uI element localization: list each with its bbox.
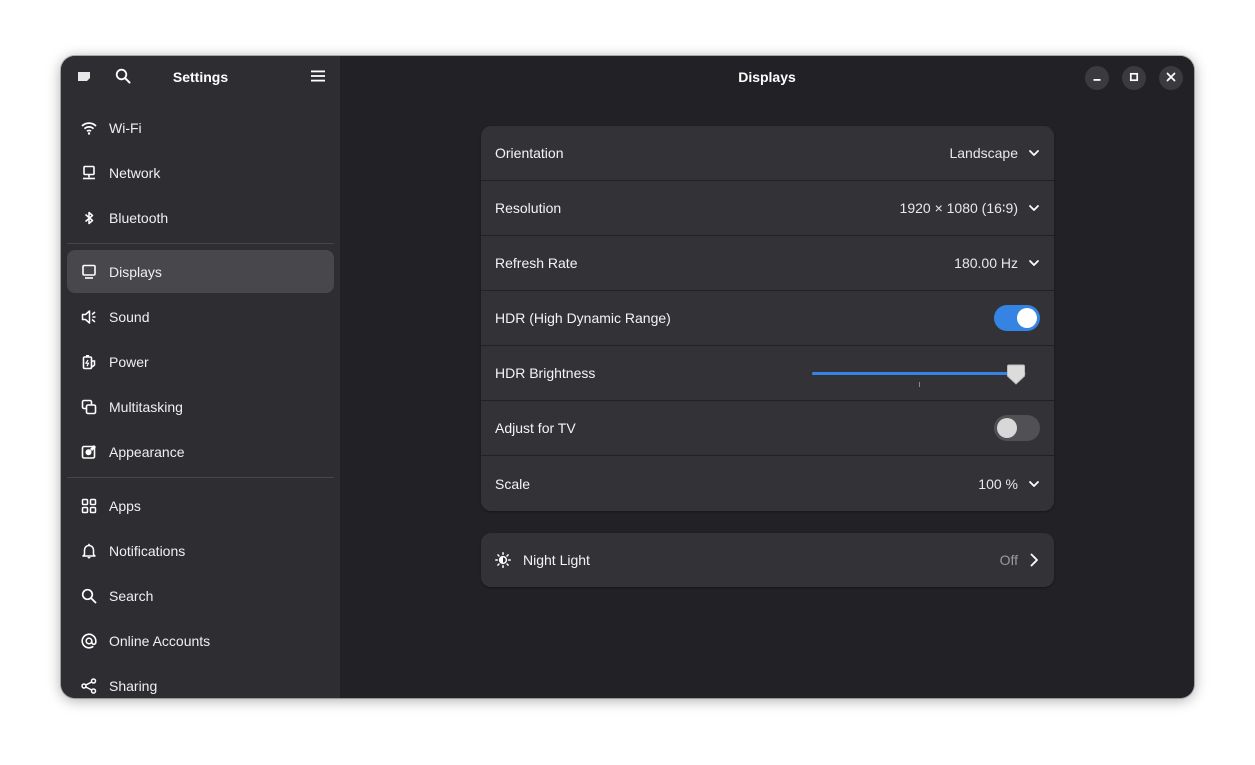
sidebar-item-label: Online Accounts — [109, 632, 211, 649]
maximize-icon — [1129, 69, 1139, 87]
sidebar-item-label: Notifications — [109, 542, 186, 559]
adjust-tv-toggle[interactable] — [994, 415, 1040, 441]
sidebar-item-label: Apps — [109, 497, 141, 514]
slider-fill — [812, 372, 1016, 375]
sidebar-item-multitasking[interactable]: Multitasking — [67, 385, 334, 428]
sidebar-item-label: Appearance — [109, 443, 185, 460]
appearance-icon — [81, 444, 97, 460]
sidebar-item-label: Wi-Fi — [109, 119, 142, 136]
chevron-down-icon — [1028, 202, 1040, 214]
display-settings-card: Orientation Landscape Resolution 1920 × … — [481, 126, 1054, 511]
sidebar-item-displays[interactable]: Displays — [67, 250, 334, 293]
night-light-row[interactable]: Night Light Off — [481, 533, 1054, 587]
network-icon — [81, 165, 97, 181]
hdr-toggle[interactable] — [994, 305, 1040, 331]
chevron-down-icon — [1028, 478, 1040, 490]
bluetooth-icon — [81, 210, 97, 226]
chevron-right-icon — [1028, 553, 1040, 567]
maximize-button[interactable] — [1122, 66, 1146, 90]
sidebar-item-sound[interactable]: Sound — [67, 295, 334, 338]
hdr-label: HDR (High Dynamic Range) — [495, 310, 671, 326]
settings-window: Settings Wi-Fi Network Bluetooth Display… — [61, 56, 1194, 698]
wifi-icon — [81, 120, 97, 136]
at-icon — [81, 632, 97, 649]
sidebar-separator — [67, 243, 334, 244]
sidebar-item-network[interactable]: Network — [67, 151, 334, 194]
chevron-down-icon — [1028, 147, 1040, 159]
slider-handle[interactable] — [1006, 363, 1026, 385]
sidebar-item-online-accounts[interactable]: Online Accounts — [67, 619, 334, 662]
sidebar-item-label: Power — [109, 353, 149, 370]
sidebar-item-wifi[interactable]: Wi-Fi — [67, 106, 334, 149]
minimize-button[interactable] — [1085, 66, 1109, 90]
scale-label: Scale — [495, 475, 531, 492]
close-button[interactable] — [1159, 66, 1183, 90]
power-icon — [81, 354, 97, 370]
night-light-card: Night Light Off — [481, 533, 1054, 587]
scale-value: 100 % — [978, 475, 1018, 492]
search-icon — [81, 588, 97, 604]
toggle-knob — [997, 418, 1017, 438]
slider-mark — [919, 382, 920, 387]
sidebar-item-label: Sharing — [109, 677, 158, 694]
sidebar: Settings Wi-Fi Network Bluetooth Display… — [61, 56, 340, 698]
multitasking-icon — [81, 399, 97, 415]
resolution-row[interactable]: Resolution 1920 × 1080 (16∶9) — [481, 181, 1054, 236]
resolution-label: Resolution — [495, 200, 562, 216]
sidebar-item-label: Network — [109, 164, 161, 181]
adjust-tv-label: Adjust for TV — [495, 420, 576, 436]
sidebar-item-label: Displays — [109, 263, 162, 280]
sidebar-item-apps[interactable]: Apps — [67, 484, 334, 527]
resolution-value: 1920 × 1080 (16∶9) — [899, 199, 1018, 216]
bell-icon — [81, 543, 97, 559]
sidebar-list: Wi-Fi Network Bluetooth Displays Sound P… — [67, 106, 334, 698]
sidebar-title: Settings — [172, 69, 229, 85]
hdr-brightness-row: HDR Brightness — [481, 346, 1054, 401]
orientation-value: Landscape — [949, 145, 1018, 161]
apps-icon — [81, 498, 97, 514]
sidebar-item-sharing[interactable]: Sharing — [67, 664, 334, 698]
page-title: Displays — [738, 69, 796, 85]
sidebar-item-notifications[interactable]: Notifications — [67, 529, 334, 572]
refresh-rate-row[interactable]: Refresh Rate 180.00 Hz — [481, 236, 1054, 291]
sidebar-item-label: Multitasking — [109, 398, 183, 415]
scale-row[interactable]: Scale 100 % — [481, 456, 1054, 511]
chevron-down-icon — [1028, 257, 1040, 269]
orientation-label: Orientation — [495, 145, 564, 161]
sidebar-item-appearance[interactable]: Appearance — [67, 430, 334, 473]
display-icon — [81, 264, 97, 280]
main-menu-button[interactable] — [304, 64, 332, 92]
sidebar-separator — [67, 477, 334, 478]
sidebar-item-search[interactable]: Search — [67, 574, 334, 617]
hamburger-menu-icon — [310, 68, 326, 89]
share-icon — [81, 677, 97, 694]
minimize-icon — [1092, 69, 1102, 87]
night-light-icon — [495, 552, 511, 568]
night-light-label: Night Light — [523, 552, 590, 568]
night-light-value: Off — [999, 552, 1018, 568]
sidebar-item-label: Sound — [109, 308, 150, 325]
sound-icon — [81, 309, 97, 325]
toggle-knob — [1017, 308, 1037, 328]
hdr-brightness-slider[interactable] — [812, 346, 1026, 401]
hdr-row: HDR (High Dynamic Range) — [481, 291, 1054, 346]
orientation-row[interactable]: Orientation Landscape — [481, 126, 1054, 181]
sidebar-item-power[interactable]: Power — [67, 340, 334, 383]
refresh-rate-value: 180.00 Hz — [954, 255, 1018, 271]
sidebar-item-label: Bluetooth — [109, 209, 169, 226]
close-icon — [1166, 69, 1176, 87]
sidebar-item-bluetooth[interactable]: Bluetooth — [67, 196, 334, 239]
sidebar-item-label: Search — [109, 587, 154, 604]
sidebar-header: Settings — [61, 56, 340, 100]
adjust-tv-row: Adjust for TV — [481, 401, 1054, 456]
refresh-rate-label: Refresh Rate — [495, 255, 578, 271]
content-area: Displays Orientation Landscape Resolutio… — [340, 56, 1194, 698]
